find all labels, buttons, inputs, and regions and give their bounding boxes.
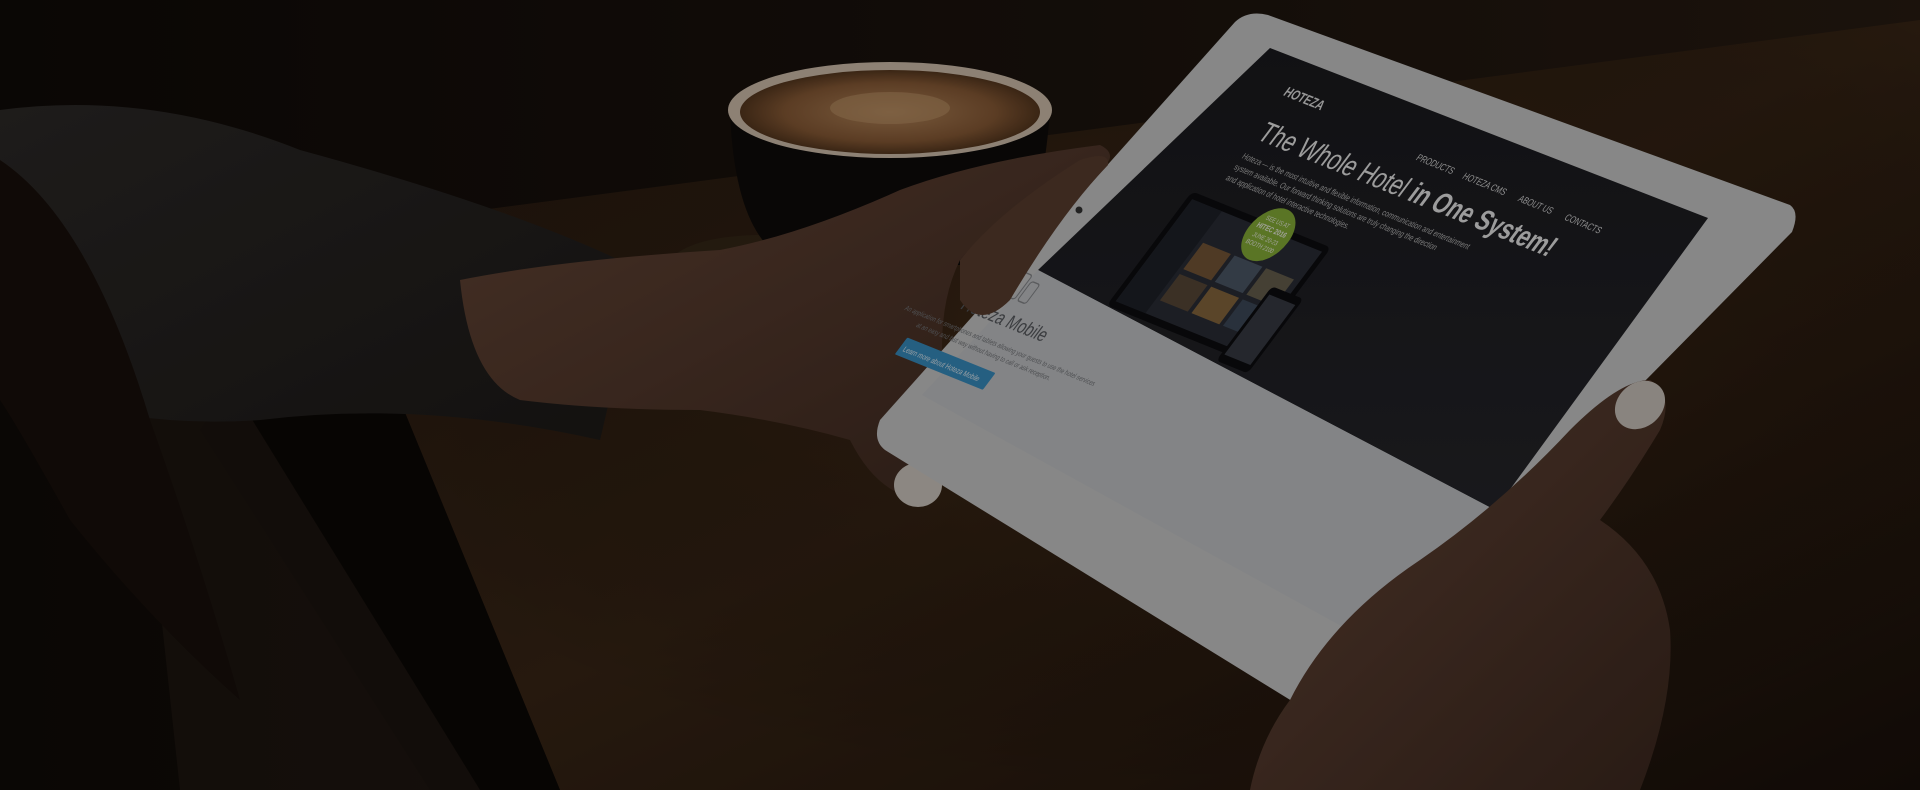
dark-overlay: [0, 0, 1920, 790]
photo-scene: HOTEZA PRODUCTS HOTEZA CMS ABOUT US CONT…: [0, 0, 1920, 790]
scene-artwork: HOTEZA PRODUCTS HOTEZA CMS ABOUT US CONT…: [0, 0, 1920, 790]
